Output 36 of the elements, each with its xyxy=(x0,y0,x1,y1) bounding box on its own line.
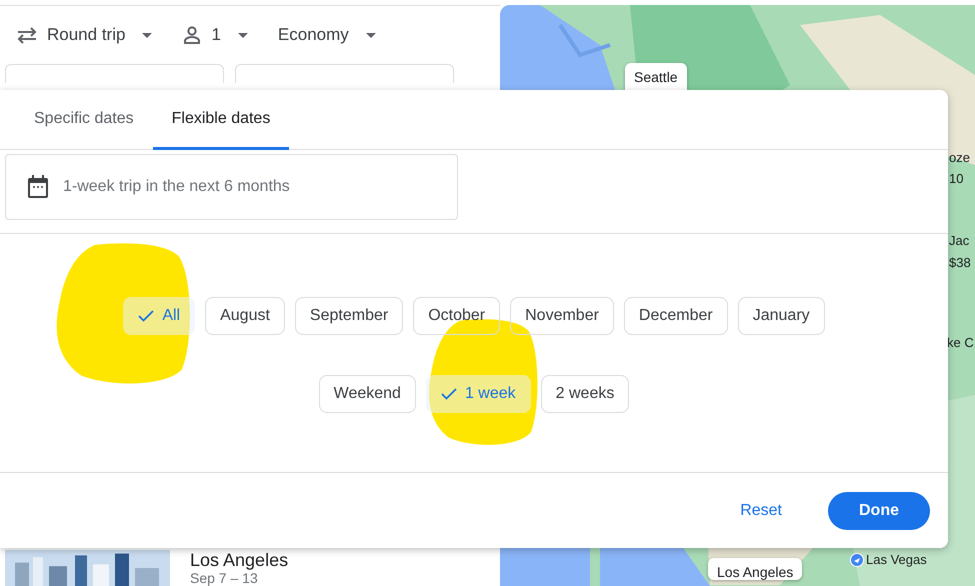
map-label: oze xyxy=(949,150,970,165)
map-price-label[interactable]: Seattle xyxy=(625,63,687,90)
filter-chip[interactable]: September xyxy=(294,297,404,335)
filter-chip[interactable]: 2 weeks xyxy=(540,375,630,413)
trip-length-field[interactable]: 1-week trip in the next 6 months xyxy=(5,154,458,220)
person-icon xyxy=(182,25,202,45)
check-icon xyxy=(440,388,457,400)
reset-button[interactable]: Reset xyxy=(720,494,802,528)
map-label: Jac xyxy=(949,233,970,248)
done-button[interactable]: Done xyxy=(828,492,930,530)
passengers-dropdown[interactable]: 1 xyxy=(182,25,248,45)
map-label: Las Vegas xyxy=(866,552,927,567)
date-mode-tab[interactable]: Specific dates xyxy=(15,90,153,150)
map-label: 10 xyxy=(949,171,964,186)
check-icon xyxy=(138,310,154,322)
cabin-dropdown[interactable]: Economy xyxy=(278,25,376,45)
filter-chip[interactable]: January xyxy=(738,297,825,335)
trip-dates: Sep 7 – 13 xyxy=(190,570,259,586)
filter-chip[interactable]: All xyxy=(123,297,196,335)
destination-city: Los Angeles xyxy=(190,551,288,570)
map-price-label[interactable]: Los Angeles xyxy=(708,558,802,580)
filter-chip[interactable]: Weekend xyxy=(318,375,416,413)
filter-chip[interactable]: August xyxy=(205,297,285,335)
origin-field[interactable] xyxy=(5,64,224,83)
destination-field[interactable] xyxy=(235,64,454,83)
caret-icon xyxy=(366,32,376,38)
swap-icon xyxy=(16,26,38,44)
caret-icon xyxy=(238,32,248,38)
map-label: ke C xyxy=(947,335,974,350)
caret-icon xyxy=(142,32,152,38)
date-mode-tab[interactable]: Flexible dates xyxy=(152,90,290,150)
filter-chip[interactable]: December xyxy=(624,297,728,335)
trip-type-dropdown[interactable]: Round trip xyxy=(16,25,152,45)
filter-chip[interactable]: 1 week xyxy=(426,375,531,413)
calendar-icon xyxy=(27,175,49,199)
map-label: $38 xyxy=(949,255,971,270)
